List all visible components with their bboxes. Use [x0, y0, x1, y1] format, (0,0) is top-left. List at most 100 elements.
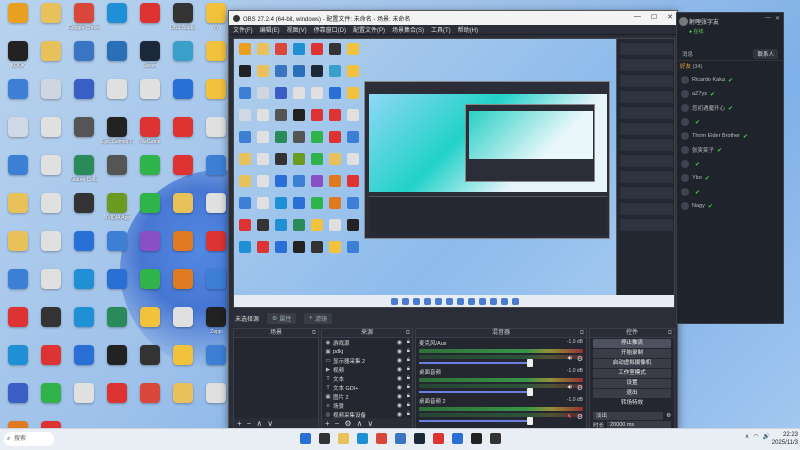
contact-item[interactable]: ✔	[677, 185, 783, 199]
desktop-icon[interactable]: Epic Games Launcher	[101, 117, 133, 155]
source-item[interactable]: ▭ 显示器采集 2 ◉ 🔒︎	[322, 356, 412, 365]
desktop-icon[interactable]	[167, 79, 199, 117]
chevron-up-icon[interactable]: ∧	[745, 433, 749, 440]
desktop-icon[interactable]	[2, 307, 34, 345]
desktop-icon[interactable]: NVIDIA App	[101, 193, 133, 231]
chat-icon[interactable]	[471, 433, 482, 444]
filters-button[interactable]: ◐ 滤镜	[304, 312, 333, 324]
gear-icon[interactable]: ⚙	[577, 413, 583, 421]
lock-icon[interactable]: 🔒︎	[407, 384, 410, 391]
game-icon[interactable]	[433, 433, 444, 444]
desktop-icon[interactable]	[35, 307, 67, 345]
minimize-icon[interactable]: —	[765, 15, 771, 22]
desktop-icon[interactable]	[101, 383, 133, 421]
contact-item[interactable]: Nagy ✔	[677, 199, 783, 213]
contact-item[interactable]: aZ7ys ✔	[677, 87, 783, 101]
desktop-icon[interactable]	[2, 155, 34, 193]
dock-float-icon[interactable]: ⧉	[312, 329, 316, 338]
lock-icon[interactable]: 🔒︎	[407, 393, 410, 400]
wifi-icon[interactable]: ◠	[753, 433, 758, 440]
eye-icon[interactable]: ◉	[397, 402, 402, 409]
desktop-icon[interactable]	[2, 383, 34, 421]
desktop-icon[interactable]	[35, 231, 67, 269]
desktop-icon[interactable]	[134, 231, 166, 269]
contact-item[interactable]: Thom Elder Brother ✔	[677, 129, 783, 143]
avatar[interactable]	[679, 17, 688, 26]
add-scene-button[interactable]: +	[237, 419, 242, 428]
slider-handle[interactable]	[527, 359, 533, 367]
desktop-icon[interactable]	[101, 41, 133, 79]
obs-preview[interactable]	[233, 38, 675, 308]
desktop-icon[interactable]	[2, 345, 34, 383]
source-item[interactable]: ▣ pdkj ◉ 🔒︎	[322, 347, 412, 356]
obs-icon[interactable]	[490, 433, 501, 444]
edge-icon[interactable]	[357, 433, 368, 444]
desktop-icon[interactable]	[134, 307, 166, 345]
desktop-icon[interactable]	[167, 117, 199, 155]
desktop-icon[interactable]: Steam	[134, 41, 166, 79]
close-icon[interactable]: ✕	[667, 13, 673, 21]
lock-icon[interactable]: 🔒︎	[407, 402, 410, 409]
desktop-icon[interactable]	[35, 383, 67, 421]
desktop-icon[interactable]	[68, 193, 100, 231]
control-button[interactable]: 启动虚拟摄像机	[593, 359, 671, 368]
tab-contacts[interactable]: 联系人	[753, 48, 778, 59]
desktop-icon[interactable]	[101, 307, 133, 345]
lock-icon[interactable]: 🔒︎	[407, 339, 410, 346]
move-down-button[interactable]: ∨	[367, 419, 373, 428]
desktop-icon[interactable]	[35, 41, 67, 79]
volume-icon[interactable]: 🔊	[763, 433, 770, 440]
move-down-button[interactable]: ∨	[267, 419, 273, 428]
chrome-icon[interactable]	[376, 433, 387, 444]
contact-item[interactable]: Ricardo Kaka ✔	[677, 73, 783, 87]
source-item[interactable]: ◉ 游戏源 ◉ 🔒︎	[322, 338, 412, 347]
eye-icon[interactable]: ◉	[397, 384, 402, 391]
source-item[interactable]: ▣ 图片 2 ◉ 🔒︎	[322, 392, 412, 401]
volume-slider[interactable]	[419, 417, 533, 425]
contact-item[interactable]: ✔	[677, 157, 783, 171]
search-input[interactable]: ⌕ 搜索	[4, 432, 54, 446]
desktop-icon[interactable]	[35, 345, 67, 383]
desktop-icon[interactable]	[167, 269, 199, 307]
menu-item[interactable]: 停靠窗口(D)	[314, 25, 346, 34]
desktop-icon[interactable]	[2, 117, 34, 155]
properties-button[interactable]: ⚙ 属性	[267, 312, 297, 324]
minimize-icon[interactable]: —	[634, 13, 641, 21]
desktop-icon[interactable]	[2, 193, 34, 231]
remove-scene-button[interactable]: −	[247, 419, 252, 428]
desktop-icon[interactable]	[167, 345, 199, 383]
slider-handle[interactable]	[527, 388, 533, 396]
desktop-icon[interactable]	[167, 231, 199, 269]
desktop-icon[interactable]	[167, 193, 199, 231]
desktop-icon[interactable]	[2, 269, 34, 307]
control-button[interactable]: 设置	[593, 379, 671, 388]
menu-item[interactable]: 文件(F)	[233, 25, 253, 34]
eye-icon[interactable]: ◉	[397, 357, 402, 364]
eye-icon[interactable]: ◉	[397, 348, 402, 355]
task-view-icon[interactable]	[319, 433, 330, 444]
dock-float-icon[interactable]: ⧉	[406, 329, 410, 338]
move-up-button[interactable]: ∧	[357, 419, 363, 428]
lock-icon[interactable]: 🔒︎	[407, 366, 410, 373]
desktop-icon[interactable]	[35, 117, 67, 155]
desktop-icon[interactable]	[35, 3, 67, 41]
lock-icon[interactable]: 🔒︎	[407, 348, 410, 355]
desktop-icon[interactable]	[2, 3, 34, 41]
desktop-icon[interactable]	[68, 345, 100, 383]
desktop-icon[interactable]	[35, 193, 67, 231]
eye-icon[interactable]: ◉	[397, 339, 402, 346]
gear-icon[interactable]: ⚙	[577, 355, 583, 363]
eye-icon[interactable]: ◉	[397, 375, 402, 382]
close-icon[interactable]: ✕	[775, 15, 780, 22]
dock-float-icon[interactable]: ⧉	[580, 329, 584, 338]
add-source-button[interactable]: +	[325, 419, 330, 428]
source-item[interactable]: ≡ 场景 ◉ 🔒︎	[322, 401, 412, 410]
menu-item[interactable]: 视图(V)	[287, 25, 307, 34]
control-button[interactable]: 开始录制	[593, 349, 671, 358]
volume-slider[interactable]	[419, 388, 533, 396]
move-up-button[interactable]: ∧	[256, 419, 262, 428]
desktop-icon[interactable]	[2, 79, 34, 117]
desktop-icon[interactable]	[68, 231, 100, 269]
desktop-icon[interactable]: Google Chrome Book	[68, 3, 100, 41]
desktop-icon[interactable]	[68, 383, 100, 421]
